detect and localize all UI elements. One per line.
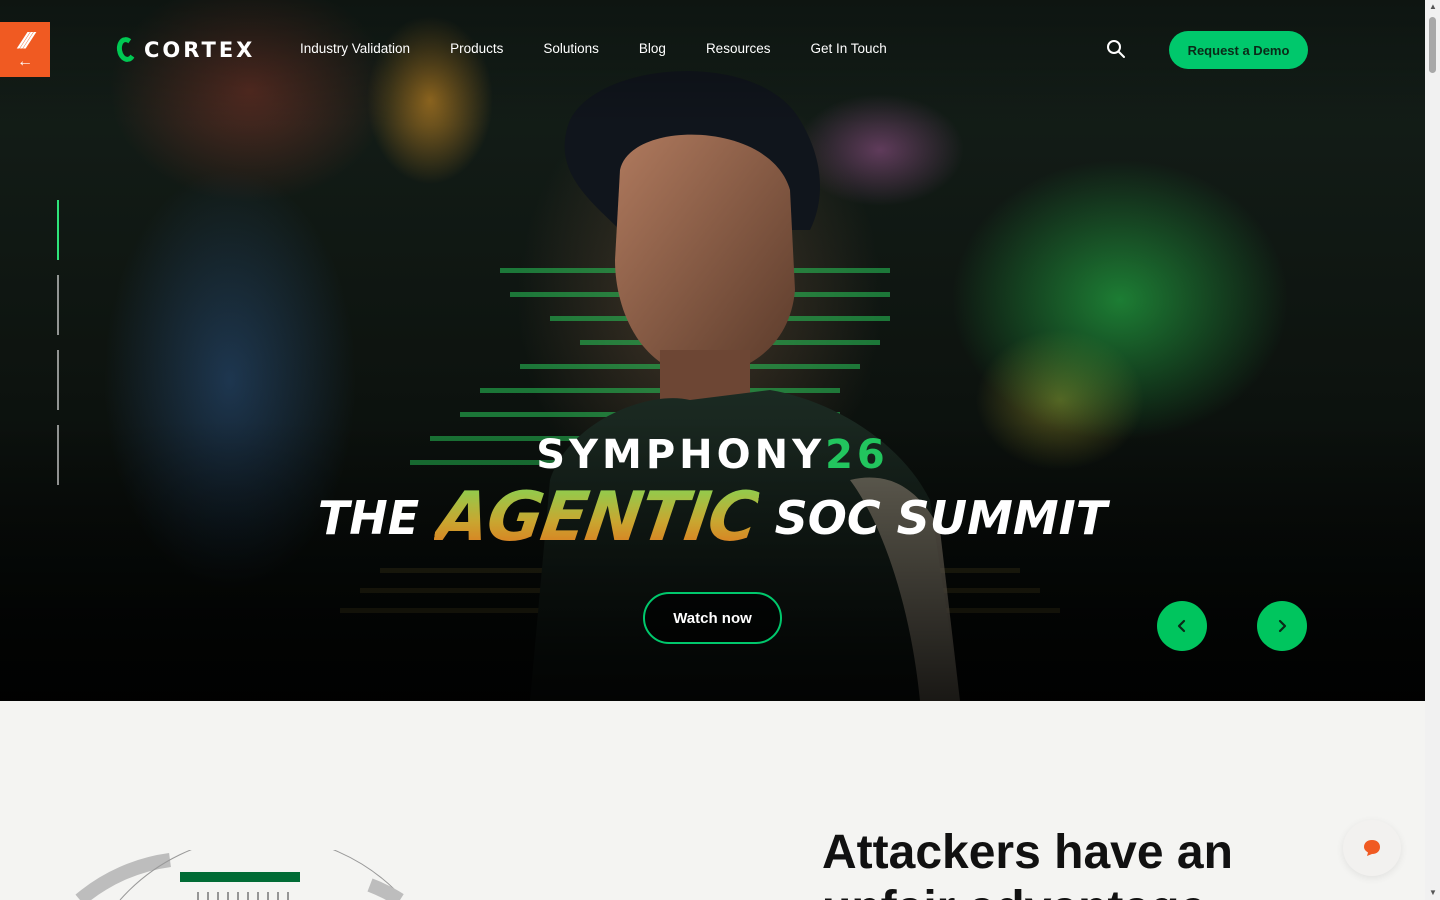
section-heading: Attackers have an unfair advantage [822, 825, 1233, 900]
scroll-down-icon[interactable]: ▼ [1429, 889, 1437, 897]
carousel-prev-button[interactable] [1157, 601, 1207, 651]
slide-indicator-3[interactable] [57, 350, 59, 410]
page-scrollbar[interactable]: ▲ ▼ [1425, 0, 1440, 900]
hero-banner: /// ← CORTEX Industry Validation Product… [0, 0, 1425, 701]
nav-item-solutions[interactable]: Solutions [543, 40, 599, 58]
event-title: SYMPHONY26 [0, 432, 1425, 478]
main-nav: Industry Validation Products Solutions B… [300, 40, 927, 58]
gauge-graphic [75, 850, 404, 900]
chevron-left-icon [1177, 619, 1186, 633]
headline-suffix: SOC SUMMIT [774, 490, 1108, 545]
partner-logo-icon: /// [14, 27, 36, 53]
cortex-logo-text: CORTEX [144, 37, 256, 62]
section-heading-line1: Attackers have an [822, 826, 1233, 879]
scrollbar-thumb[interactable] [1429, 17, 1436, 73]
slide-indicator-1[interactable] [57, 200, 59, 260]
arrow-left-icon: ← [17, 52, 33, 70]
nav-item-resources[interactable]: Resources [706, 40, 771, 58]
cortex-logo[interactable]: CORTEX [114, 35, 256, 64]
chat-button[interactable] [1343, 820, 1401, 876]
slide-indicator-2[interactable] [57, 275, 59, 335]
nav-item-industry-validation[interactable]: Industry Validation [300, 40, 410, 58]
chevron-right-icon [1278, 619, 1287, 633]
section-heading-line2: unfair advantage [822, 882, 1206, 900]
cortex-logo-icon [114, 35, 139, 64]
watch-now-button[interactable]: Watch now [643, 592, 782, 644]
headline-prefix: THE [317, 490, 420, 545]
headline-emphasis: AGENTIC [431, 478, 763, 557]
request-demo-button[interactable]: Request a Demo [1169, 31, 1308, 69]
nav-item-get-in-touch[interactable]: Get In Touch [810, 40, 886, 58]
hero-headline: THE AGENTIC SOC SUMMIT [0, 478, 1425, 557]
nav-item-products[interactable]: Products [450, 40, 503, 58]
scroll-up-icon[interactable]: ▲ [1429, 3, 1437, 11]
search-icon[interactable] [1106, 39, 1126, 59]
nav-item-blog[interactable]: Blog [639, 40, 666, 58]
partner-badge[interactable]: /// ← [0, 22, 50, 77]
event-name: SYMPHONY [536, 432, 826, 478]
carousel-next-button[interactable] [1257, 601, 1307, 651]
chat-bubble-icon [1364, 840, 1380, 856]
event-year: 26 [825, 432, 889, 478]
